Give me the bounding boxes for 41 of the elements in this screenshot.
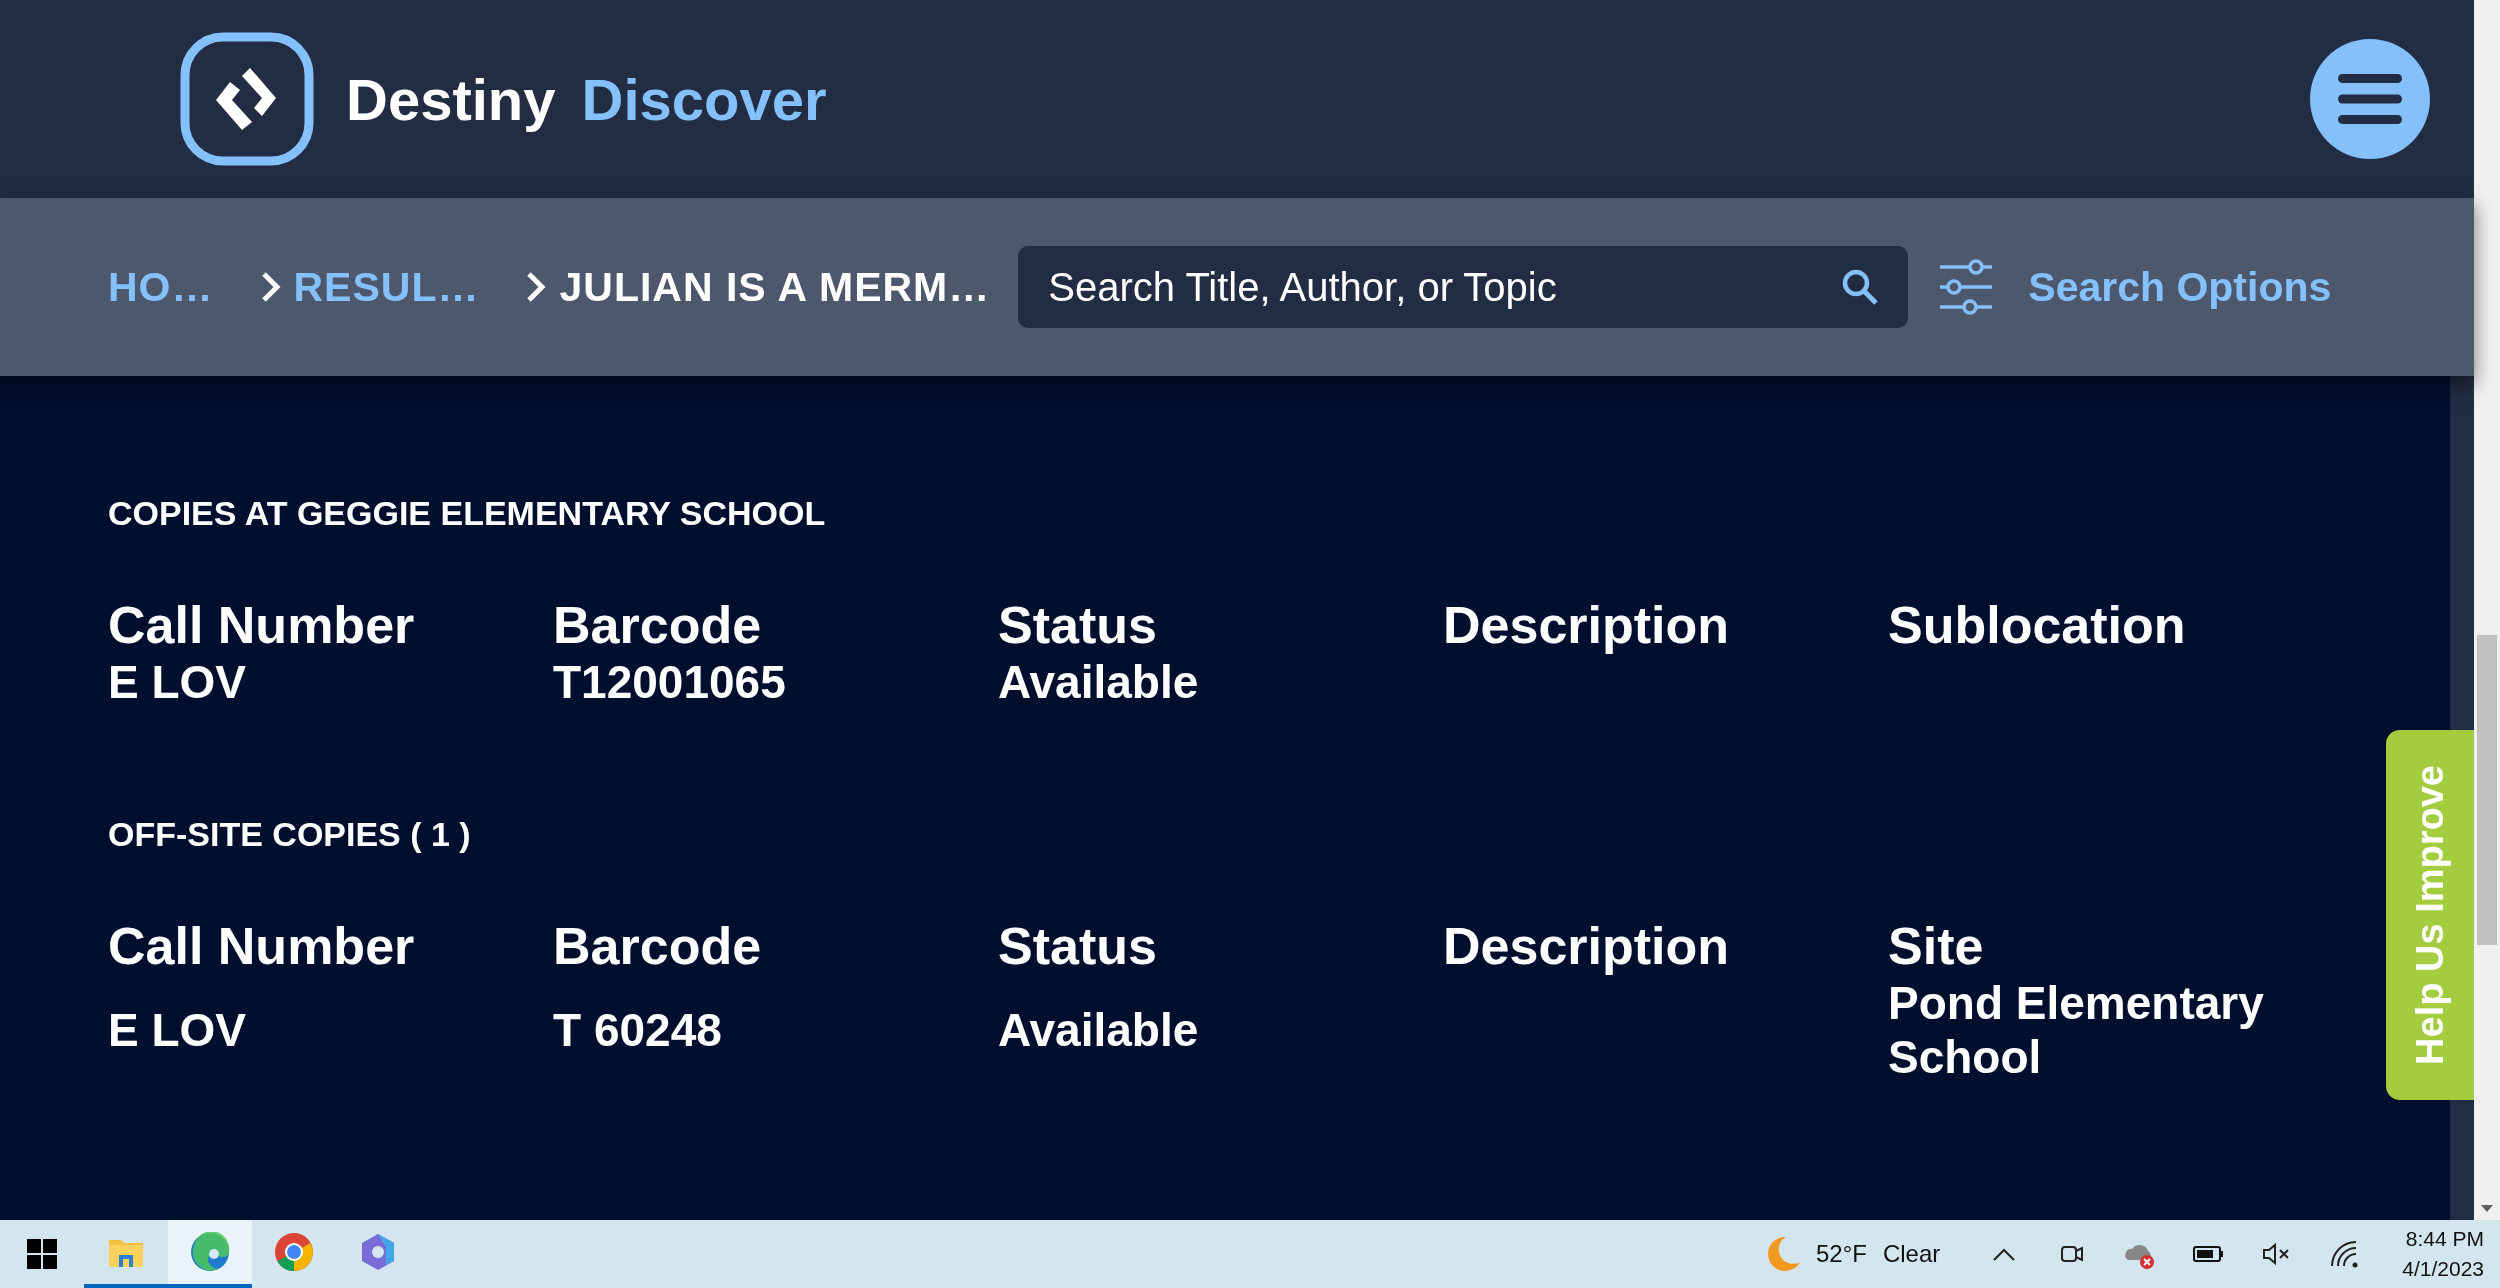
scrollbar[interactable] bbox=[2474, 0, 2500, 1220]
brand-name: Destiny bbox=[346, 65, 556, 133]
clock-time[interactable]: 8:44 PM bbox=[2405, 1224, 2484, 1254]
breadcrumb-link[interactable]: HO… bbox=[108, 263, 214, 311]
table-cell-text: T12001065 bbox=[553, 655, 787, 709]
hexagon-icon bbox=[359, 1232, 397, 1272]
windows-start-icon[interactable] bbox=[27, 1239, 57, 1269]
breadcrumb-current: JULIAN IS A MERM… bbox=[559, 263, 991, 311]
search-field[interactable]: Search Title, Author, or Topic bbox=[1018, 246, 1909, 328]
column-header: Call Number bbox=[108, 916, 416, 976]
section-heading: COPIES AT GEGGIE ELEMENTARY SCHOOL bbox=[108, 494, 827, 533]
table-cell-text: Available bbox=[998, 655, 1200, 709]
column-header: Barcode bbox=[553, 595, 763, 655]
clock-date[interactable]: 4/1/2023 bbox=[2402, 1254, 2484, 1284]
table-cell-text: E LOV bbox=[108, 1003, 248, 1057]
chevron-icon bbox=[259, 270, 282, 304]
column-header: Sublocation bbox=[1888, 595, 2187, 655]
column-header: Call Number bbox=[108, 595, 416, 655]
browser-icon bbox=[190, 1232, 230, 1272]
taskbar-app[interactable] bbox=[168, 1220, 252, 1288]
column-header: Status bbox=[998, 916, 1158, 976]
breadcrumb-link[interactable]: RESUL… bbox=[293, 263, 480, 311]
sliders-icon[interactable] bbox=[1938, 259, 1995, 315]
menu-icon bbox=[2338, 74, 2402, 124]
chevron-icon bbox=[525, 270, 548, 304]
search-options-link[interactable]: Search Options bbox=[2028, 263, 2332, 311]
table-cell-text: T 60248 bbox=[553, 1003, 723, 1057]
brand-name-suffix: Discover bbox=[581, 65, 827, 133]
table-cell-text: Available bbox=[998, 1003, 1200, 1057]
column-header: Barcode bbox=[553, 916, 763, 976]
feedback-tab[interactable]: Help Us Improve bbox=[2386, 730, 2474, 1100]
table-cell-text: Pond Elementary School bbox=[1888, 976, 2265, 1084]
column-header: Description bbox=[1443, 595, 1731, 655]
weather-temperature: 52°F bbox=[1815, 1240, 1867, 1268]
column-header: Site bbox=[1888, 916, 1985, 976]
column-header: Description bbox=[1443, 916, 1731, 976]
column-header: Status bbox=[998, 595, 1158, 655]
table-cell-text: E LOV bbox=[108, 655, 248, 709]
chrome-icon bbox=[274, 1232, 314, 1272]
weather-condition: Clear bbox=[1882, 1240, 1941, 1268]
logo-icon bbox=[180, 32, 314, 166]
